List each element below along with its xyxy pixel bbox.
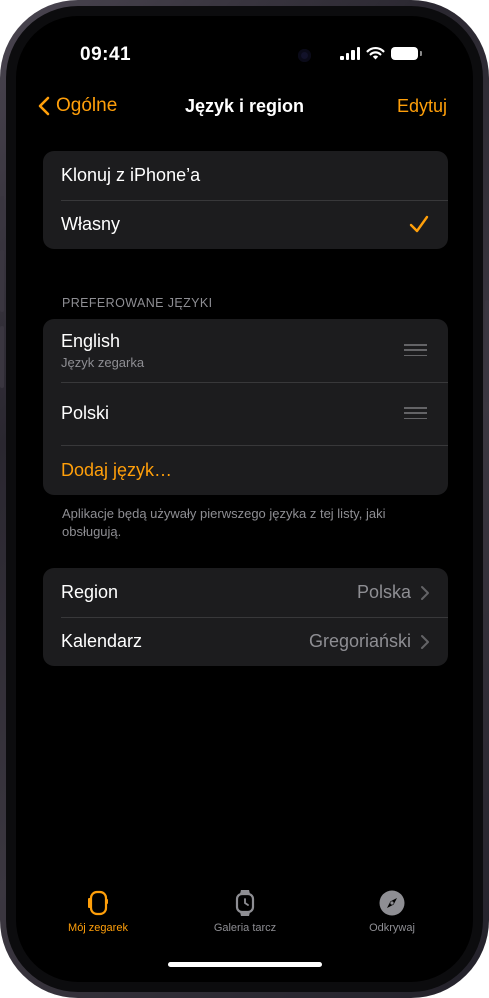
cellular-signal-icon	[340, 46, 360, 60]
compass-icon	[379, 890, 405, 916]
option-custom[interactable]: Własny	[43, 200, 448, 249]
add-language-label: Dodaj język…	[61, 459, 173, 480]
source-group: Klonuj z iPhone’a Własny	[43, 151, 448, 249]
checkmark-icon	[409, 215, 429, 233]
home-indicator[interactable]	[168, 962, 322, 967]
language-row-english[interactable]: English Język zegarka	[43, 319, 448, 382]
dynamic-island	[199, 37, 325, 74]
front-camera	[298, 49, 311, 62]
row-value: Polska	[356, 582, 411, 602]
status-icons	[340, 46, 422, 60]
tab-label: Galeria tarcz	[213, 922, 277, 934]
tab-label: Mój zegarek	[68, 922, 128, 934]
languages-group: English Język zegarka Polski Dodaj język…	[43, 319, 448, 495]
back-button[interactable]: Ogólne	[34, 94, 117, 118]
option-label: Klonuj z iPhone’a	[61, 165, 201, 185]
language-name: Polski	[61, 403, 110, 423]
reorder-handle-icon[interactable]	[404, 344, 427, 356]
calendar-row[interactable]: Kalendarz Gregoriański	[43, 617, 448, 666]
edit-button[interactable]: Edytuj	[397, 96, 447, 117]
section-header-languages: PREFEROWANE JĘZYKI	[62, 296, 213, 310]
watch-face-icon	[235, 890, 255, 916]
chevron-right-icon	[421, 634, 429, 649]
row-value: Gregoriański	[308, 631, 411, 651]
status-time: 09:41	[80, 44, 132, 65]
watch-icon	[88, 890, 108, 916]
tab-discover[interactable]: Odkrywaj	[337, 888, 447, 934]
back-button-label: Ogólne	[56, 95, 118, 116]
side-button	[485, 300, 489, 402]
volume-down-button	[0, 326, 4, 388]
chevron-left-icon	[38, 96, 50, 116]
language-name: English	[61, 331, 121, 351]
volume-up-button	[0, 250, 4, 312]
row-label: Region	[61, 582, 119, 602]
region-row[interactable]: Region Polska	[43, 568, 448, 617]
tab-label: Odkrywaj	[369, 922, 415, 934]
language-row-polish[interactable]: Polski	[43, 382, 448, 445]
wifi-icon	[366, 47, 385, 60]
tab-face-gallery[interactable]: Galeria tarcz	[190, 888, 300, 934]
option-label: Własny	[61, 214, 121, 234]
region-group: Region Polska Kalendarz Gregoriański	[43, 568, 448, 666]
option-clone-from-iphone[interactable]: Klonuj z iPhone’a	[43, 151, 448, 200]
add-language-button[interactable]: Dodaj język…	[43, 445, 448, 495]
language-subtitle: Język zegarka	[61, 355, 145, 370]
screen: 09:41 Ogólne Język i region Edytuj Klonu…	[16, 16, 473, 982]
action-button	[0, 196, 4, 228]
reorder-handle-icon[interactable]	[404, 407, 427, 419]
languages-footnote: Aplikacje będą używały pierwszego języka…	[62, 506, 386, 539]
chevron-right-icon	[421, 585, 429, 600]
tab-my-watch[interactable]: Mój zegarek	[43, 888, 153, 934]
battery-icon	[391, 46, 422, 60]
row-label: Kalendarz	[61, 631, 143, 651]
